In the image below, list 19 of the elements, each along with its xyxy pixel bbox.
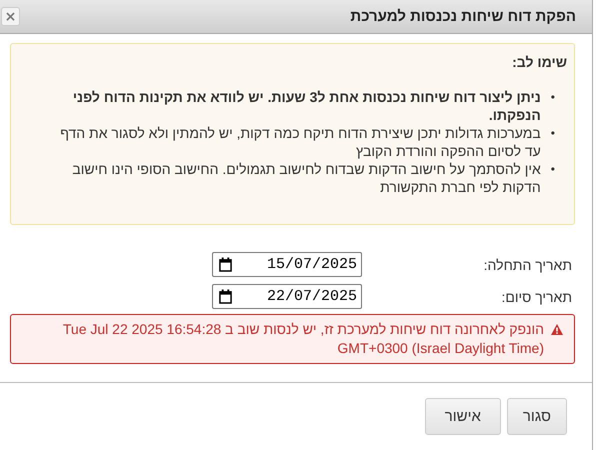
field-label: תאריך סיום:: [500, 288, 573, 304]
dialog-button[interactable]: סגור: [506, 398, 567, 435]
notice-item: ניתן ליצור דוח שיחות נכנסות אחת ל3 שעות. יש לוודא את תקינות הדוח לפני הנפקתו.: [72, 88, 541, 124]
error-message: הונפק לאחרונה דוח שיחות למערכת זז, יש לנסות שוב ב Tue Jul 22 2025 16:54:28 GMT+0300 (Israel Daylight Time): [62, 320, 544, 358]
notice-item: במערכות גדולות יתכן שיצירת הדוח תיקח כמה דקות, יש להמתין ולא לסגור את הדף עד לסיום ההפקה והורדת הקובץ: [59, 124, 541, 160]
calendar-icon[interactable]: [219, 289, 232, 304]
field-label: תאריך התחלה:: [482, 256, 573, 272]
warning-icon: [551, 324, 563, 335]
calendar-icon[interactable]: [219, 257, 232, 272]
date-field[interactable]: 22/07/2025: [212, 284, 362, 309]
bullet: •: [550, 161, 555, 178]
notice-item: אין להסתמך על חישוב הדקות שבדוח לחישוב תגמולים. החישוב הסופי הינו חישוב הדקות לפי חברת התקשורת: [71, 160, 541, 196]
bullet: •: [550, 89, 555, 106]
close-button[interactable]: ×: [1, 7, 20, 26]
bullet: •: [550, 125, 555, 142]
dialog-button[interactable]: אישור: [424, 398, 501, 435]
window-title: הפקת דוח שיחות נכנסות למערכת: [350, 8, 576, 25]
date-field[interactable]: 15/07/2025: [212, 252, 362, 277]
notice-heading: שימו לב:: [511, 54, 567, 70]
